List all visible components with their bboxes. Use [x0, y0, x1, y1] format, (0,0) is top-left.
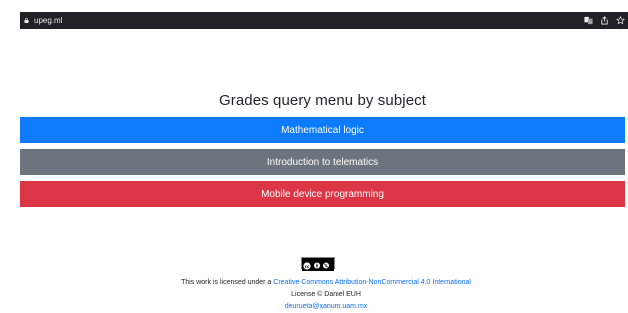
license-author: License © Daniel EUH — [291, 291, 361, 298]
url-text[interactable]: upeg.ml — [34, 16, 62, 25]
cc-by-nc-badge-icon[interactable]: cc $ — [301, 257, 335, 271]
license-link[interactable]: Creative Commons Attribution-NonCommerci… — [273, 279, 471, 286]
lock-icon[interactable] — [24, 18, 29, 23]
introduction-to-telematics-button[interactable]: Introduction to telematics — [20, 149, 625, 175]
license-footer: This work is licensed under a Creative C… — [20, 277, 628, 313]
license-prefix: This work is licensed under a — [181, 279, 274, 286]
svg-text:cc: cc — [305, 264, 310, 269]
browser-actions — [584, 16, 628, 25]
license-sentence: This work is licensed under a Creative C… — [20, 277, 628, 289]
translate-icon[interactable] — [584, 16, 593, 25]
mobile-device-programming-button[interactable]: Mobile device programming — [20, 181, 625, 207]
bookmark-star-icon[interactable] — [616, 16, 625, 25]
browser-address-bar: upeg.ml — [20, 12, 628, 29]
page-title: Grades query menu by subject — [218, 92, 427, 110]
share-icon[interactable] — [600, 16, 609, 25]
author-email-link[interactable]: deurueta@xanum.uam.mx — [285, 303, 368, 310]
mathematical-logic-button[interactable]: Mathematical logic — [20, 117, 625, 143]
